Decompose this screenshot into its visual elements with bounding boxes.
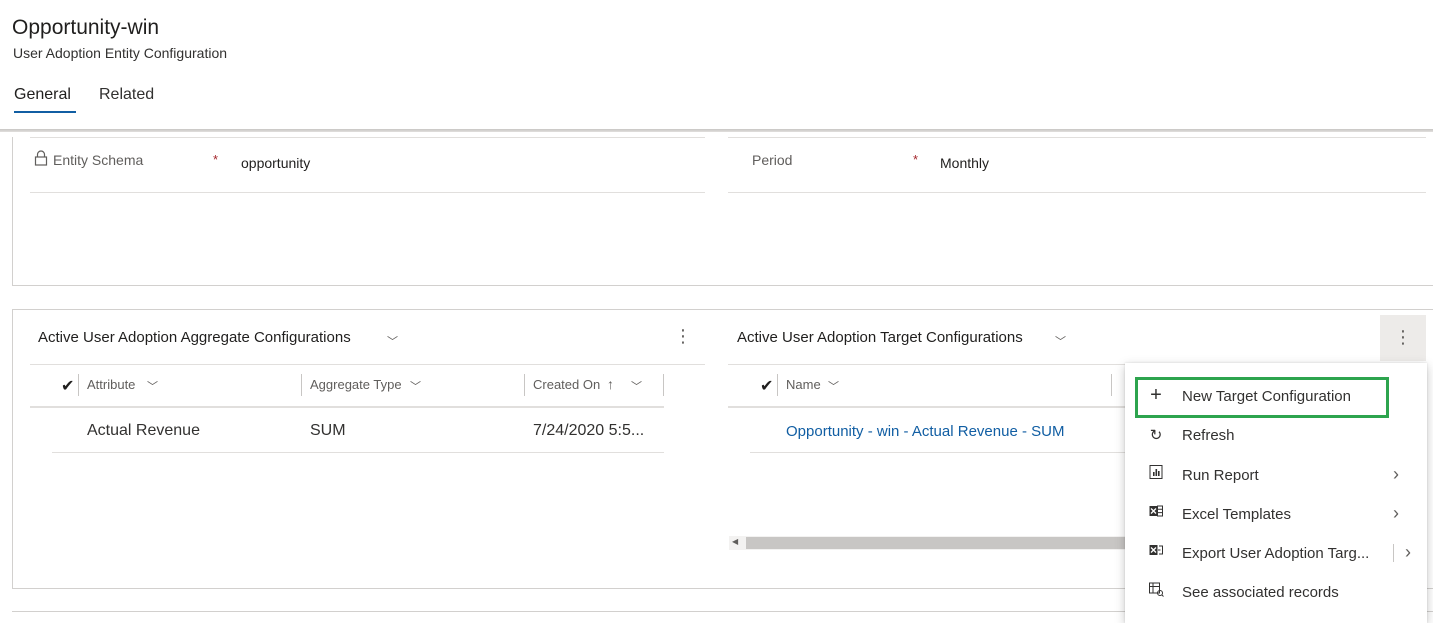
page-title: Opportunity-win [12, 16, 160, 39]
aggregate-grid-title[interactable]: Active User Adoption Aggregate Configura… [38, 329, 351, 346]
period-label: Period [752, 152, 793, 168]
header-divider [0, 129, 1433, 132]
column-separator [524, 374, 525, 396]
menu-item-run-report[interactable] [1125, 456, 1427, 495]
cell-aggregate-type: SUM [310, 422, 346, 439]
column-separator [1111, 374, 1112, 396]
page-subtitle: User Adoption Entity Configuration [13, 45, 228, 61]
table-row[interactable]: Opportunity - win - Actual Revenue - SUM [750, 410, 1125, 453]
menu-item-label: See associated records [1182, 584, 1339, 601]
scrollbar-thumb[interactable] [746, 537, 1129, 549]
chevron-down-icon[interactable]: ﹀ [387, 333, 398, 349]
scroll-left-icon[interactable]: ◀ [732, 537, 738, 546]
chevron-down-icon[interactable]: ﹀ [828, 378, 839, 394]
field-underline [30, 192, 705, 193]
field-underline [728, 192, 1426, 193]
chevron-down-icon[interactable]: ﹀ [1055, 333, 1066, 349]
header-divider [728, 406, 1125, 408]
excel-export-icon [1145, 542, 1167, 562]
more-commands-icon[interactable]: ⋮ [674, 326, 692, 350]
menu-item-refresh[interactable] [1125, 417, 1427, 456]
menu-item-label: Refresh [1182, 427, 1235, 444]
column-header-aggregate-type[interactable]: Aggregate Type [310, 377, 402, 392]
cell-name-link[interactable]: Opportunity - win - Actual Revenue - SUM [786, 423, 1064, 440]
entity-schema-label: Entity Schema [53, 152, 144, 168]
select-all-checkmark-icon[interactable]: ✔ [760, 376, 773, 396]
form-section [12, 137, 1433, 286]
tab-selected-indicator [14, 111, 76, 113]
more-commands-icon[interactable]: ⋮ [1380, 315, 1426, 361]
column-header-created-on[interactable]: Created On [533, 377, 600, 392]
split-separator [1393, 544, 1394, 562]
field-line-top [30, 137, 705, 138]
field-line-top-right [728, 137, 1426, 138]
column-header-attribute[interactable]: Attribute [87, 377, 135, 392]
period-value[interactable]: Monthly [940, 155, 989, 171]
column-separator [78, 374, 79, 396]
grid-divider [30, 364, 705, 365]
chevron-down-icon[interactable]: ﹀ [147, 378, 158, 394]
cell-attribute: Actual Revenue [87, 422, 200, 439]
chevron-down-icon[interactable]: ﹀ [410, 378, 421, 394]
chevron-right-icon: › [1393, 464, 1399, 484]
highlight-box [1135, 377, 1389, 418]
sort-ascending-icon[interactable]: ↑ [607, 376, 614, 392]
chevron-down-icon[interactable]: ﹀ [631, 378, 642, 394]
lock-icon [34, 150, 48, 166]
column-header-name[interactable]: Name [786, 377, 821, 392]
required-mark: * [913, 152, 919, 167]
required-mark: * [213, 152, 219, 167]
menu-item-label: Export User Adoption Targ... [1182, 545, 1370, 562]
table-row[interactable]: Actual Revenue SUM 7/24/2020 5:5... [52, 410, 664, 453]
column-separator [663, 374, 664, 396]
excel-template-icon [1145, 503, 1167, 523]
associated-records-icon [1145, 581, 1167, 601]
menu-item-label: Run Report [1182, 467, 1259, 484]
tab-general[interactable]: General [14, 86, 71, 104]
chevron-right-icon[interactable]: › [1405, 542, 1411, 563]
report-icon [1145, 464, 1167, 484]
select-all-checkmark-icon[interactable]: ✔ [61, 376, 74, 396]
target-grid-title[interactable]: Active User Adoption Target Configuratio… [737, 329, 1023, 346]
tab-related[interactable]: Related [99, 86, 154, 104]
grid-divider [728, 364, 1125, 365]
menu-item-label: Excel Templates [1182, 506, 1291, 523]
cell-created-on: 7/24/2020 5:5... [533, 422, 645, 439]
refresh-icon: ↻ [1149, 427, 1163, 444]
chevron-right-icon: › [1393, 503, 1399, 523]
column-separator [301, 374, 302, 396]
header-divider [30, 406, 664, 408]
entity-schema-value[interactable]: opportunity [241, 155, 310, 171]
column-separator [777, 374, 778, 396]
